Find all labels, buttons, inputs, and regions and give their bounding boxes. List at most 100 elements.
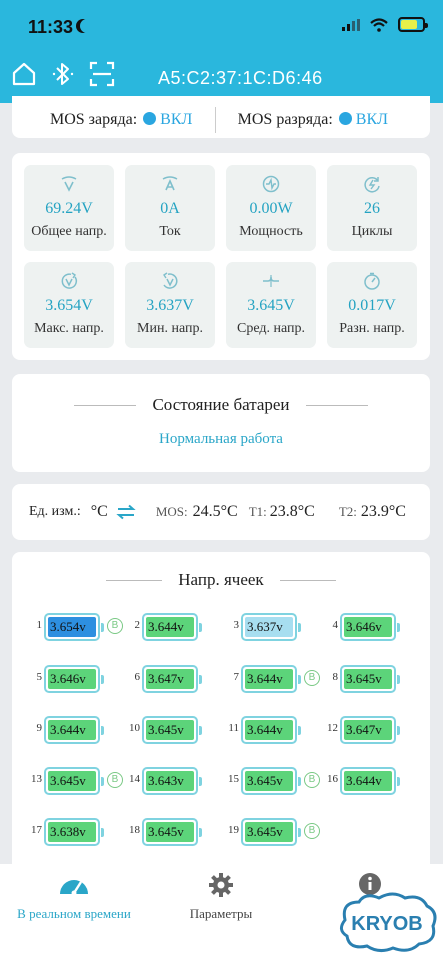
nav-params-label: Параметры [189,906,253,921]
swap-unit-icon[interactable] [116,504,136,520]
mos-discharge-value[interactable]: ВКЛ [356,111,388,128]
metric-max-voltage: 3.654V Макс. напр. [24,262,114,348]
cell-number: 15 [228,773,239,785]
moon-icon [80,19,94,33]
cell-number: 19 [228,824,239,836]
cell-battery-icon: 3.645v [340,665,400,693]
metric-label: Циклы [351,224,393,239]
mos-discharge-indicator-icon [338,112,352,125]
cell-number: 5 [36,671,43,683]
cell-number: 14 [129,773,140,785]
cell-number: 17 [31,824,42,836]
cell-number: 3 [233,619,240,631]
cell-battery-icon: 3.645v [241,818,301,846]
t1-value: 23.8°C [269,503,315,520]
cell-item: 12 3.647v [324,715,422,745]
cell-voltage: 3.645v [146,822,194,842]
cell-number: 18 [129,824,140,836]
cell-battery-icon: 3.638v [44,818,104,846]
min-voltage-icon [163,272,178,289]
mos-charge-label: MOS заряда: [50,111,138,128]
cell-battery-icon: 3.644v [142,613,202,641]
cell-voltage: 3.654v [48,617,96,637]
metric-label: Разн. напр. [339,321,405,336]
cell-number: 4 [332,619,339,631]
cell-battery-icon: 3.645v [241,767,301,795]
cell-battery-icon: 3.647v [340,716,400,744]
battery-status-value: Нормальная работа [159,431,283,447]
signal-icon [342,18,360,31]
cell-item: 8 3.645v [324,664,422,694]
balance-icon: B [304,670,320,686]
mos-charge-status: MOS заряда: ВКЛ [50,111,192,129]
divider [74,404,137,406]
metric-label: Общее напр. [31,224,107,239]
cell-voltage: 3.644v [245,720,293,740]
cell-number: 12 [327,722,338,734]
home-icon[interactable] [10,60,38,88]
cell-voltage: 3.643v [146,771,194,791]
watermark-logo: KRYOB [340,892,437,953]
metric-value: 0.017V [348,297,396,314]
scan-icon[interactable] [88,60,116,88]
cell-voltage: 3.638v [48,822,96,842]
cell-number: 9 [36,722,43,734]
cell-voltage: 3.646v [48,669,96,689]
t1-label: T1: [248,504,267,519]
cell-voltage: 3.645v [245,822,293,842]
cell-item: 18 3.645v [126,817,224,847]
cell-voltage: 3.647v [146,669,194,689]
cell-voltage: 3.637v [245,617,293,637]
cell-voltage: 3.644v [146,617,194,637]
bluetooth-icon[interactable] [52,60,74,88]
cell-item: 14 3.643v [126,766,224,796]
metric-label: Макс. напр. [34,321,104,336]
speedometer-icon [60,880,88,896]
cell-number: 2 [134,619,141,631]
mos-charge-value[interactable]: ВКЛ [160,111,192,128]
cell-item: 13 3.645v B [28,766,126,796]
cell-item: 10 3.645v [126,715,224,745]
cell-item: 4 3.646v [324,612,422,642]
battery-status-icon [398,17,428,32]
cell-item: 15 3.645v B [225,766,323,796]
avg-voltage-icon [263,275,279,287]
cell-number: 7 [233,671,240,683]
balance-icon: B [304,823,320,839]
metric-value: 3.645V [247,297,295,314]
cell-item: 19 3.645v B [225,817,323,847]
battery-status-card: Состояние батареи Нормальная работа [12,374,430,472]
cell-item: 1 3.654v B [28,612,126,642]
metric-min-voltage: 3.637V Мин. напр. [125,262,215,348]
battery-status-header: Состояние батареи [12,395,430,415]
nav-realtime[interactable]: В реальном времени [12,872,136,922]
battery-status-title: Состояние батареи [152,395,290,414]
metric-total-voltage: 69.24V Общее напр. [24,165,114,251]
cell-battery-icon: 3.647v [142,665,202,693]
header-toolbar [10,60,116,88]
cell-battery-icon: 3.644v [241,665,301,693]
divider [279,579,336,581]
balance-icon: B [304,772,320,788]
metric-value: 0A [160,200,180,217]
metric-diff-voltage: 0.017V Разн. напр. [327,262,417,348]
cell-item: 16 3.644v [324,766,422,796]
cell-voltage: 3.645v [146,720,194,740]
cell-voltage: 3.646v [344,617,392,637]
cell-number: 10 [129,722,140,734]
status-time: 11:33 [28,17,74,37]
diff-voltage-icon [364,272,380,290]
metric-value: 3.637V [146,297,194,314]
watermark-text: KRYOB [351,913,422,935]
cell-number: 1 [36,619,43,631]
metric-value: 69.24V [45,200,93,217]
metrics-card: 69.24V Общее напр. 0A Ток 0.00W Мощность… [12,153,430,360]
unit-label: Ед. изм.: [29,504,81,519]
cell-voltages-header: Напр. ячеек [12,570,430,590]
nav-params[interactable]: Параметры [178,872,264,922]
cell-battery-icon: 3.644v [241,716,301,744]
metric-power: 0.00W Мощность [226,165,316,251]
power-icon [262,175,280,193]
temperature-card: Ед. изм.: °C MOS: 24.5°C T1: 23.8°C T2: … [12,484,430,540]
cell-item: 7 3.644v B [225,664,323,694]
